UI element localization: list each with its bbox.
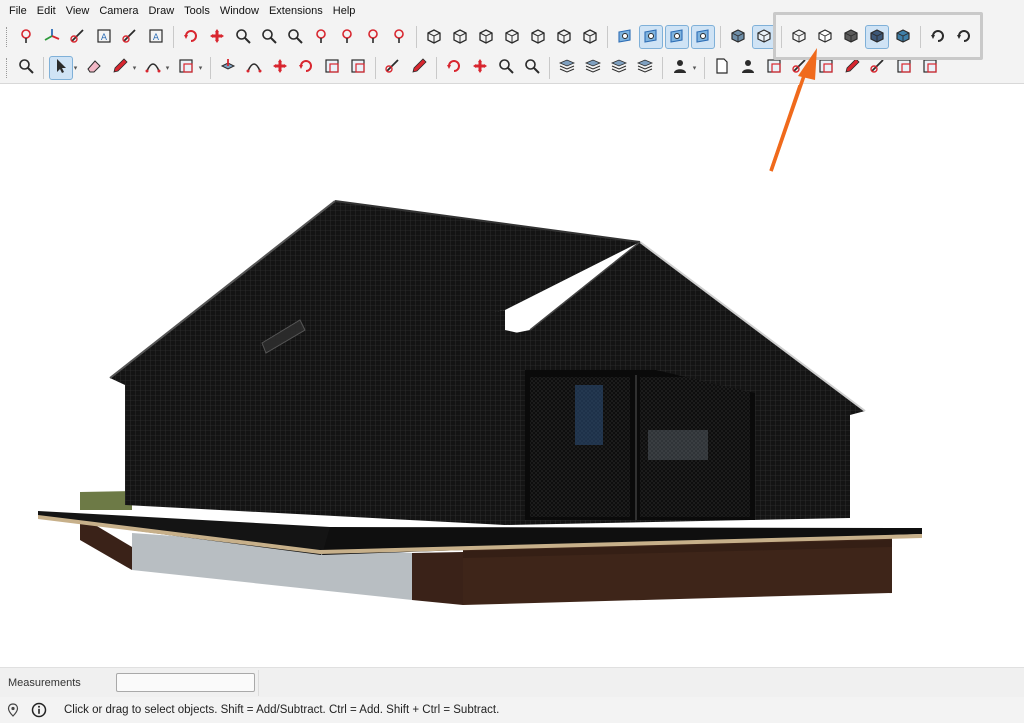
status-text: Click or drag to select objects. Shift =… <box>64 704 500 716</box>
sketchup-window: File Edit View Camera Draw Tools Window Extensi… <box>0 0 1024 723</box>
measurements-divider <box>258 670 259 696</box>
geolocation-icon[interactable] <box>4 701 22 719</box>
measurements-bar: Measurements <box>0 667 1024 697</box>
annotation-arrowhead <box>769 48 817 172</box>
measurements-input[interactable] <box>116 673 255 692</box>
info-icon[interactable] <box>30 701 48 719</box>
measurements-label: Measurements <box>8 677 81 689</box>
status-bar: Click or drag to select objects. Shift =… <box>0 697 1024 723</box>
